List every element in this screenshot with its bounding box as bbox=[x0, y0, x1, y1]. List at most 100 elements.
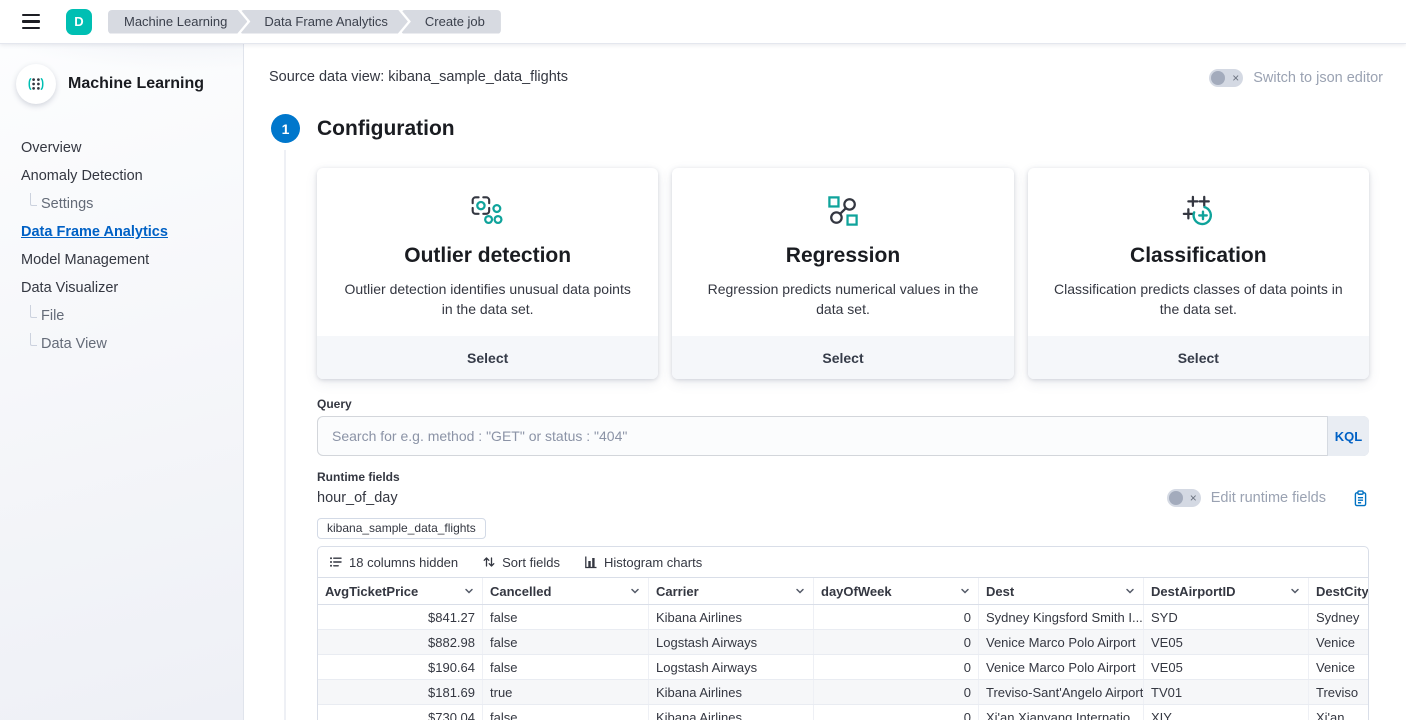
table-cell[interactable]: 0 bbox=[814, 680, 979, 704]
histogram-charts-button[interactable]: Histogram charts bbox=[584, 555, 702, 570]
select-outlier-detection-button[interactable]: Select bbox=[317, 336, 658, 379]
table-cell[interactable]: false bbox=[483, 705, 649, 720]
table-cell[interactable]: $190.64 bbox=[318, 655, 483, 679]
column-header-dayofweek[interactable]: dayOfWeek bbox=[814, 578, 979, 604]
column-label: Cancelled bbox=[490, 584, 551, 599]
column-label: Dest bbox=[986, 584, 1014, 599]
card-description: Regression predicts numerical values in … bbox=[696, 279, 989, 320]
chevron-down-icon bbox=[629, 585, 641, 597]
table-cell[interactable]: Logstash Airways bbox=[649, 655, 814, 679]
breadcrumb: Machine Learning Data Frame Analytics Cr… bbox=[108, 10, 501, 34]
table-cell[interactable]: Treviso-Sant'Angelo Airport bbox=[979, 680, 1144, 704]
machine-learning-logo-icon bbox=[16, 64, 56, 104]
query-search-input[interactable] bbox=[317, 416, 1327, 456]
table-cell[interactable]: $730.04 bbox=[318, 705, 483, 720]
table-cell[interactable]: Venice Marco Polo Airport bbox=[979, 655, 1144, 679]
breadcrumb-create-job[interactable]: Create job bbox=[401, 10, 501, 34]
table-row: $882.98 false Logstash Airways 0 Venice … bbox=[318, 630, 1368, 655]
card-regression: Regression Regression predicts numerical… bbox=[672, 168, 1013, 379]
query-label: Query bbox=[317, 397, 1369, 411]
table-cell[interactable]: Xi'an Xianyang Internatio... bbox=[979, 705, 1144, 720]
json-editor-switch[interactable] bbox=[1209, 69, 1243, 87]
step-header: 1 Configuration bbox=[271, 114, 455, 143]
columns-hidden-button[interactable]: 18 columns hidden bbox=[329, 555, 458, 570]
table-cell[interactable]: $882.98 bbox=[318, 630, 483, 654]
table-cell[interactable]: Venice Marco Polo Airport bbox=[979, 630, 1144, 654]
copy-icon[interactable] bbox=[1352, 490, 1369, 507]
table-cell[interactable]: Sydney Kingsford Smith I... bbox=[979, 605, 1144, 629]
sidebar-item-anomaly-detection[interactable]: Anomaly Detection bbox=[21, 162, 243, 190]
column-header-carrier[interactable]: Carrier bbox=[649, 578, 814, 604]
table-row: $190.64 false Logstash Airways 0 Venice … bbox=[318, 655, 1368, 680]
kql-language-button[interactable]: KQL bbox=[1327, 416, 1369, 456]
table-cell[interactable]: Sydney bbox=[1309, 605, 1368, 629]
space-avatar[interactable]: D bbox=[66, 9, 92, 35]
column-label: DestAirportID bbox=[1151, 584, 1236, 599]
table-cell[interactable]: XIY bbox=[1144, 705, 1309, 720]
table-body: $841.27 false Kibana Airlines 0 Sydney K… bbox=[318, 605, 1368, 720]
table-cell[interactable]: 0 bbox=[814, 605, 979, 629]
query-search-bar: KQL bbox=[317, 416, 1369, 456]
column-header-destcityname[interactable]: DestCityName bbox=[1309, 578, 1368, 604]
regression-icon bbox=[826, 190, 860, 232]
table-cell[interactable]: false bbox=[483, 605, 649, 629]
select-classification-button[interactable]: Select bbox=[1028, 336, 1369, 379]
outlier-detection-icon bbox=[470, 190, 506, 232]
sidebar-item-overview[interactable]: Overview bbox=[21, 134, 243, 162]
edit-runtime-fields-label[interactable]: Edit runtime fields bbox=[1211, 490, 1326, 506]
select-regression-button[interactable]: Select bbox=[672, 336, 1013, 379]
table-cell[interactable]: false bbox=[483, 655, 649, 679]
table-cell[interactable]: Logstash Airways bbox=[649, 630, 814, 654]
classification-icon bbox=[1181, 190, 1215, 232]
sidebar-item-data-visualizer[interactable]: Data Visualizer bbox=[21, 274, 243, 302]
card-title: Outlier detection bbox=[404, 244, 571, 268]
breadcrumb-data-frame-analytics[interactable]: Data Frame Analytics bbox=[240, 10, 408, 34]
column-header-destairportid[interactable]: DestAirportID bbox=[1144, 578, 1309, 604]
menu-hamburger-icon[interactable] bbox=[12, 3, 50, 41]
table-cell[interactable]: $181.69 bbox=[318, 680, 483, 704]
table-cell[interactable]: 0 bbox=[814, 655, 979, 679]
sidebar-item-settings[interactable]: Settings bbox=[30, 190, 243, 218]
column-label: dayOfWeek bbox=[821, 584, 892, 599]
table-cell[interactable]: true bbox=[483, 680, 649, 704]
datagrid-toolbar: 18 columns hidden Sort fields Histo bbox=[318, 547, 1368, 577]
table-cell[interactable]: $841.27 bbox=[318, 605, 483, 629]
table-cell[interactable]: Xi'an bbox=[1309, 705, 1368, 720]
table-row: $181.69 true Kibana Airlines 0 Treviso-S… bbox=[318, 680, 1368, 705]
column-header-dest[interactable]: Dest bbox=[979, 578, 1144, 604]
sidebar-item-data-view[interactable]: Data View bbox=[30, 330, 243, 358]
sidebar-item-file[interactable]: File bbox=[30, 302, 243, 330]
sidebar: Machine Learning Overview Anomaly Detect… bbox=[0, 44, 244, 720]
source-data-view-label: Source data view: kibana_sample_data_fli… bbox=[269, 69, 568, 85]
card-description: Classification predicts classes of data … bbox=[1052, 279, 1345, 320]
json-editor-toggle-label[interactable]: Switch to json editor bbox=[1253, 70, 1383, 86]
table-cell[interactable]: 0 bbox=[814, 630, 979, 654]
sidebar-item-data-frame-analytics[interactable]: Data Frame Analytics bbox=[21, 218, 243, 246]
table-header-row: AvgTicketPrice Cancelled Carrier dayOfWe… bbox=[318, 577, 1368, 605]
table-cell[interactable]: SYD bbox=[1144, 605, 1309, 629]
sort-fields-button[interactable]: Sort fields bbox=[482, 555, 560, 570]
runtime-fields-label: Runtime fields bbox=[317, 470, 1369, 484]
configuration-section: Outlier detection Outlier detection iden… bbox=[317, 168, 1369, 720]
table-cell[interactable]: 0 bbox=[814, 705, 979, 720]
column-header-avgticketprice[interactable]: AvgTicketPrice bbox=[318, 578, 483, 604]
table-cell[interactable]: VE05 bbox=[1144, 655, 1309, 679]
table-cell[interactable]: TV01 bbox=[1144, 680, 1309, 704]
table-cell[interactable]: Kibana Airlines bbox=[649, 705, 814, 720]
table-cell[interactable]: Venice bbox=[1309, 630, 1368, 654]
table-cell[interactable]: Kibana Airlines bbox=[649, 605, 814, 629]
column-header-cancelled[interactable]: Cancelled bbox=[483, 578, 649, 604]
card-classification: Classification Classification predicts c… bbox=[1028, 168, 1369, 379]
table-cell[interactable]: Treviso bbox=[1309, 680, 1368, 704]
chevron-down-icon bbox=[1124, 585, 1136, 597]
sidebar-item-model-management[interactable]: Model Management bbox=[21, 246, 243, 274]
switch-cross-icon bbox=[1190, 489, 1197, 507]
table-cell[interactable]: Kibana Airlines bbox=[649, 680, 814, 704]
breadcrumb-machine-learning[interactable]: Machine Learning bbox=[108, 10, 247, 34]
table-cell[interactable]: false bbox=[483, 630, 649, 654]
card-description: Outlier detection identifies unusual dat… bbox=[341, 279, 634, 320]
table-cell[interactable]: Venice bbox=[1309, 655, 1368, 679]
chevron-down-icon bbox=[463, 585, 475, 597]
edit-runtime-fields-switch[interactable] bbox=[1167, 489, 1201, 507]
table-cell[interactable]: VE05 bbox=[1144, 630, 1309, 654]
